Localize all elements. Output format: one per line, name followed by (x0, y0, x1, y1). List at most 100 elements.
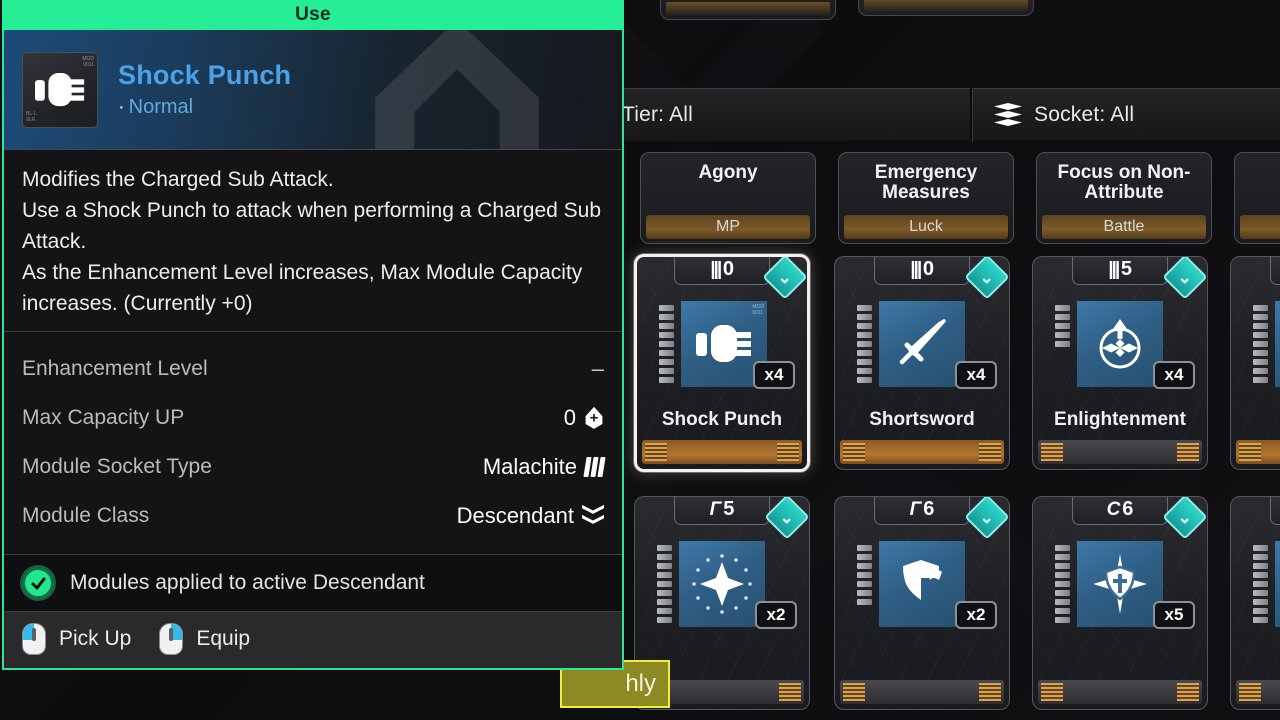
malachite-socket-icon (583, 456, 606, 477)
card-connector (1236, 680, 1280, 704)
module-name: Enlightenment (1054, 409, 1186, 430)
module-thumbnail (879, 301, 965, 387)
tooltip-header: MOD 0011 BL-L 9LR Shock Punch · Normal (4, 30, 622, 150)
module-count: x5 (1153, 601, 1195, 629)
stat-label: Max Capacity UP (22, 405, 185, 429)
fist-icon (696, 325, 751, 362)
module-thumbnail (679, 541, 765, 627)
capacity-icon: + (584, 406, 604, 429)
module-socket-level: ||| 5 (1072, 257, 1168, 285)
stat-row-module-socket-type: Module Socket Type Malachite (22, 442, 606, 491)
card-pin-strip (1055, 305, 1070, 350)
descendant-class-icon: ⌄ (964, 497, 1009, 540)
tooltip-titles: Shock Punch · Normal (118, 60, 291, 119)
card-pin-strip (1253, 305, 1268, 386)
module-socket-level: Γ (1270, 497, 1280, 525)
module-thumbnail (879, 541, 965, 627)
module-name: Emergency Measures (874, 162, 978, 203)
module-card-row2-4[interactable]: Γ (1230, 496, 1280, 710)
card-connector (840, 680, 1004, 704)
module-card-row2-3[interactable]: C 6 ⌄ x5 (1032, 496, 1208, 710)
game-screen: Tier: All Socket: All Agony MP Emergency… (0, 0, 1280, 720)
tooltip-body: MOD 0011 BL-L 9LR Shock Punch · Normal M… (2, 30, 624, 671)
action-label: Equip (196, 627, 251, 651)
module-count: x2 (755, 601, 797, 629)
module-category (1240, 215, 1280, 239)
module-card-row2-2[interactable]: Γ 6 ⌄ x2 (834, 496, 1010, 710)
module-name: Foc (1241, 163, 1280, 183)
card-connector (840, 440, 1004, 464)
rutile-socket-icon: Γ (709, 498, 722, 520)
module-thumbnail (1275, 301, 1280, 387)
module-level: 6 (1122, 498, 1134, 520)
item-rarity-label: Normal (128, 96, 194, 118)
card-connector (1038, 680, 1202, 704)
module-category: MP (646, 215, 810, 239)
module-card-agony[interactable]: Agony MP (640, 152, 816, 244)
use-label: Use (295, 4, 331, 25)
stat-value-group: Malachite (482, 453, 606, 480)
module-thumbnail (1077, 301, 1163, 387)
module-name: Agony (698, 162, 758, 183)
card-pin-strip (1055, 545, 1070, 626)
action-label: Pick Up (59, 627, 132, 651)
module-category: Battle (1042, 215, 1206, 239)
module-count: x4 (955, 361, 997, 389)
stat-value: – (591, 355, 604, 381)
tooltip-note: Modules applied to active Descendant (4, 554, 622, 612)
tooltip-actions: Pick Up Equip (4, 611, 622, 669)
card-pin-strip (1253, 545, 1268, 626)
owned-only-label: hly (625, 670, 656, 697)
use-header[interactable]: Use (2, 0, 624, 30)
malachite-socket-icon: ||| (1107, 258, 1120, 280)
card-connector (1236, 440, 1280, 464)
module-level: 0 (922, 258, 935, 280)
descendant-class-icon: ⌄ (764, 497, 809, 540)
card-pin-strip (659, 305, 674, 386)
module-card-emergency-measures[interactable]: Emergency Measures Luck (838, 152, 1014, 244)
module-socket-level: C 6 (1072, 497, 1168, 525)
descendant-class-icon: ⌄ (1162, 257, 1207, 300)
card-pin-strip (657, 545, 672, 626)
descendant-class-icon: ⌄ (1162, 497, 1207, 540)
module-count: x2 (955, 601, 997, 629)
module-card-ener-partial[interactable]: ||| Ener (1230, 256, 1280, 470)
stat-value-group: 0 + (564, 405, 604, 431)
module-name: Shock Punch (661, 409, 783, 430)
module-tooltip: Use MOD 0011 BL-L 9LR Shock Punch · Norm… (2, 0, 624, 671)
stat-row-module-class: Module Class Descendant (22, 491, 604, 540)
mouse-left-click-icon (22, 623, 46, 656)
action-equip[interactable]: Equip (159, 623, 251, 656)
module-card-focus-partial[interactable]: Foc (1234, 152, 1280, 244)
compass-shield-icon (1093, 554, 1147, 614)
module-card-area: Agony MP Emergency Measures Luck Focus o… (600, 0, 1280, 720)
bullet-icon: · (118, 96, 125, 118)
module-card-focus-non-attribute[interactable]: Focus on Non-Attribute Battle (1036, 152, 1212, 244)
module-category: Luck (844, 215, 1008, 239)
action-pick-up[interactable]: Pick Up (22, 623, 132, 656)
module-thumbnail (1077, 541, 1163, 627)
module-socket-level: ||| 0 (874, 257, 970, 285)
rutile-socket-icon: Γ (909, 498, 922, 520)
card-pin-strip (857, 305, 872, 386)
module-card-shortsword[interactable]: ||| 0 ⌄ x4 Shortsword (834, 256, 1010, 470)
module-thumbnail (1275, 541, 1280, 627)
module-socket-level: Γ 5 (674, 497, 770, 525)
shield-icon (903, 560, 942, 600)
module-level: 0 (722, 258, 735, 280)
item-description: Modifies the Charged Sub Attack. Use a S… (4, 150, 622, 333)
module-name: Shortsword (869, 409, 975, 430)
descendant-class-icon: ⌄ (964, 257, 1009, 300)
module-level: 6 (923, 498, 935, 520)
stat-value-group: Descendant (457, 503, 604, 529)
card-connector (642, 440, 802, 464)
sparkle-dotted-icon (692, 554, 752, 614)
sparkle-arrow-icon (1099, 319, 1141, 369)
fist-icon (35, 72, 85, 106)
stat-label: Enhancement Level (22, 356, 208, 380)
malachite-watermark (375, 30, 539, 149)
stat-value: Malachite (482, 453, 577, 479)
card-pin-strip (857, 545, 872, 608)
module-card-shock-punch[interactable]: ||| 0 ⌄ MOD 0011 x4 Shock Punch (634, 254, 810, 472)
module-card-enlightenment[interactable]: ||| 5 ⌄ x4 Enlightenment (1032, 256, 1208, 470)
